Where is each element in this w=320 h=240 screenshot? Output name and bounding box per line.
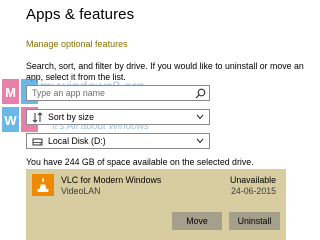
app-name: VLC for Modern Windows xyxy=(61,175,162,185)
app-size: Unavailable xyxy=(230,175,276,185)
uninstall-button[interactable]: Uninstall xyxy=(229,212,280,230)
search-input[interactable] xyxy=(32,86,190,100)
app-publisher: VideoLAN xyxy=(61,186,101,196)
svg-text:W: W xyxy=(4,113,17,128)
app-list-item[interactable]: VLC for Modern Windows VideoLAN Unavaila… xyxy=(26,169,286,240)
space-available-text: You have 244 GB of space available on th… xyxy=(26,157,254,167)
sort-icon xyxy=(32,112,43,123)
search-box[interactable] xyxy=(26,85,210,101)
chevron-down-icon xyxy=(196,114,204,120)
apps-features-page: Apps & features Manage optional features… xyxy=(0,0,318,240)
drive-dropdown-value: Local Disk (D:) xyxy=(48,136,106,146)
move-button[interactable]: Move xyxy=(172,212,222,230)
manage-optional-features-link[interactable]: Manage optional features xyxy=(26,39,128,49)
vlc-app-icon xyxy=(32,174,54,196)
drive-icon xyxy=(32,138,43,146)
page-title: Apps & features xyxy=(26,6,135,23)
app-install-date: 24-06-2015 xyxy=(231,186,276,196)
svg-text:M: M xyxy=(5,85,16,100)
chevron-down-icon xyxy=(196,138,204,144)
drive-dropdown[interactable]: Local Disk (D:) xyxy=(26,133,210,149)
search-icon[interactable] xyxy=(195,88,206,99)
vlc-cone-icon xyxy=(37,177,49,192)
sort-dropdown[interactable]: Sort by size xyxy=(26,109,210,125)
sort-dropdown-value: Sort by size xyxy=(48,112,94,122)
